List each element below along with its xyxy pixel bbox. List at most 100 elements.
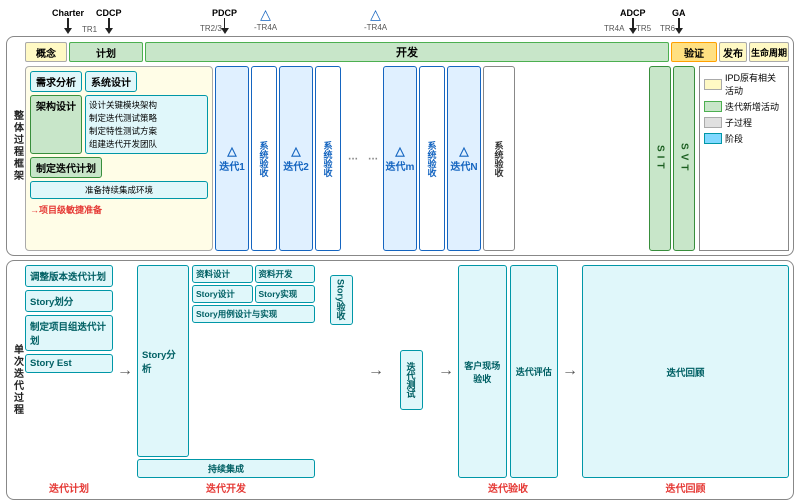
phase-concept: 概念	[25, 42, 67, 62]
sys-accept-final: 系统验收	[483, 66, 515, 251]
bottom-section: 单次迭代过程 调整版本迭代计划 Story划分 制定项目组迭代计划 Story …	[6, 260, 794, 500]
tr1-marker: TR1	[82, 25, 97, 34]
legend-item-4: 阶段	[704, 132, 784, 145]
content-row: 需求分析 系统设计 架构设计 设计关键模块架构 制定迭代测试策略 制定特性测试方…	[25, 66, 789, 251]
iter-verify-column: 客户现场验收 迭代评估 迭代验收	[458, 265, 558, 495]
phase-develop: 开发	[145, 42, 669, 62]
svt-box: SVT	[673, 66, 695, 251]
prepare-box: 准备持续集成环境	[30, 181, 208, 199]
iter-plan-phase-label: 迭代计划	[25, 480, 113, 495]
bottom-section-label: 单次迭代过程	[9, 265, 25, 495]
iter-1-col: △ 迭代1	[215, 66, 249, 251]
legend-label-1: IPD原有相关活动	[725, 71, 784, 97]
arrow-3: →	[437, 265, 455, 477]
iter-verify-phase-label: 迭代验收	[458, 480, 558, 495]
iter-test-column: 迭代测试	[388, 265, 434, 495]
iter-test-box: 迭代测试	[400, 350, 423, 410]
story-design-box: Story设计	[192, 285, 253, 303]
dev-pair-1: 资料设计 资料开发	[192, 265, 315, 283]
design-items-box: 设计关键模块架构 制定迭代测试策略 制定特性测试方案 组建迭代开发团队	[85, 95, 208, 154]
iter-return-column: 迭代回顾 迭代回顾	[582, 265, 789, 495]
agile-prep-label: →项目级敏捷准备	[30, 203, 208, 216]
team-plan-box: 制定项目组迭代计划	[25, 315, 113, 351]
iter-process-flow: 调整版本迭代计划 Story划分 制定项目组迭代计划 Story Est 迭代计…	[25, 265, 789, 495]
dots-1: ···	[343, 66, 361, 251]
ga-label: GA	[672, 8, 686, 18]
sys-design-box: 系统设计	[85, 71, 137, 92]
legend-label-3: 子过程	[725, 116, 752, 129]
charter-gate: Charter	[52, 8, 84, 34]
pdcp-label: PDCP	[212, 8, 237, 18]
iter-m-label: 迭代m	[386, 158, 415, 173]
phases-row: 概念 计划 开发 验证 发布 生命周期	[25, 41, 789, 63]
dots-2: ···	[363, 66, 381, 251]
legend-label-4: 阶段	[725, 132, 743, 145]
iter-dev-phase-label: 迭代开发	[137, 480, 315, 495]
arrow-1: →	[116, 265, 134, 477]
charter-label: Charter	[52, 8, 84, 18]
adcp-label: ADCP	[620, 8, 646, 18]
iter-plan-box: 制定迭代计划	[30, 157, 102, 178]
iter-eval-box: 迭代评估	[510, 265, 559, 478]
iter-1-label: 迭代1	[219, 158, 245, 173]
sys-accept-3: 系统验收	[419, 66, 445, 251]
iter-return-phase-label: 迭代回顾	[582, 480, 789, 495]
iterations-area: △ 迭代1 系统验收 △ 迭代2 系统验收 ···	[215, 66, 647, 251]
legend-item-2: 迭代新增活动	[704, 100, 784, 113]
story-analysis-box: Story分析	[137, 265, 189, 457]
design-item-3: 制定特性测试方案	[89, 125, 204, 137]
legend-label-2: 迭代新增活动	[725, 100, 779, 113]
top-section-label: 整体过程框架	[9, 41, 25, 251]
phase-lifecycle: 生命周期	[749, 42, 789, 62]
cdcp-label: CDCP	[96, 8, 122, 18]
customer-verify-box: 客户现场验收	[458, 265, 507, 478]
iter-plan-column: 调整版本迭代计划 Story划分 制定项目组迭代计划 Story Est 迭代计…	[25, 265, 113, 495]
dev-pair-2: Story设计 Story实现	[192, 285, 315, 303]
story-impl-box: Story实现	[255, 285, 316, 303]
tr1-label: TR1	[82, 25, 97, 34]
iter-2-label: 迭代2	[283, 158, 309, 173]
design-item-2: 制定迭代测试策略	[89, 112, 204, 124]
story-est-box: Story Est	[25, 354, 113, 373]
left-activities-box: 需求分析 系统设计 架构设计 设计关键模块架构 制定迭代测试策略 制定特性测试方…	[25, 66, 213, 251]
sit-svt-area: SIT SVT	[649, 66, 695, 251]
tr4a-mid: △ -TR4A	[364, 6, 387, 32]
sys-accept-1: 系统验收	[251, 66, 277, 251]
top-activity-row: 需求分析 系统设计	[30, 71, 208, 92]
dev-main-row: Story分析 资料设计 资料开发 Story设计 Story实现 Story用…	[137, 265, 315, 457]
legend-item-3: 子过程	[704, 116, 784, 129]
tr23-marker: TR2/3	[200, 22, 222, 34]
story-split-box: Story划分	[25, 290, 113, 312]
iter-n-label: 迭代N	[450, 158, 477, 173]
phase-verify: 验证	[671, 42, 717, 62]
tr6-marker: TR6	[660, 22, 675, 34]
ipd-inner: 概念 计划 开发 验证 发布 生命周期 需求分析 系统设计	[25, 41, 789, 251]
design-item-1: 设计关键模块架构	[89, 99, 204, 111]
story-case-box: Story用例设计与实现	[192, 305, 315, 323]
tr4-marker: TR4A	[604, 22, 624, 34]
second-row: 架构设计 设计关键模块架构 制定迭代测试策略 制定特性测试方案 组建迭代开发团队	[30, 95, 208, 154]
continuous-integration-box: 持续集成	[137, 459, 315, 478]
iter-return-box: 迭代回顾	[582, 265, 789, 478]
tr4a-left: △ -TR4A	[254, 6, 277, 32]
phase-release: 发布	[719, 42, 747, 62]
material-design-box: 资料设计	[192, 265, 253, 283]
design-item-4: 组建迭代开发团队	[89, 138, 204, 150]
req-analysis-box: 需求分析	[30, 71, 82, 92]
tr5-marker: TR5	[636, 22, 651, 34]
verify-boxes: 客户现场验收 迭代评估	[458, 265, 558, 478]
tr23-label: TR2/3	[200, 24, 222, 33]
story-verify-area: Story验收	[318, 265, 364, 495]
main-container: Charter CDCP TR1 PDCP TR2/3	[0, 0, 800, 504]
arrow-4: →	[561, 265, 579, 477]
arrow-2: →	[367, 265, 385, 477]
phase-plan: 计划	[69, 42, 143, 62]
adjust-plan-box: 调整版本迭代计划	[25, 265, 113, 287]
iter-dev-column: Story分析 资料设计 资料开发 Story设计 Story实现 Story用…	[137, 265, 315, 495]
legend-box: IPD原有相关活动 迭代新增活动 子过程 阶段	[699, 66, 789, 251]
sys-accept-2: 系统验收	[315, 66, 341, 251]
cdcp-gate: CDCP	[96, 8, 122, 34]
ipd-diagram: 整体过程框架 概念 计划 开发 验证 发布 生命周期 需	[6, 36, 794, 256]
milestone-row: Charter CDCP TR1 PDCP TR2/3	[34, 4, 794, 34]
material-dev-box: 资料开发	[255, 265, 316, 283]
